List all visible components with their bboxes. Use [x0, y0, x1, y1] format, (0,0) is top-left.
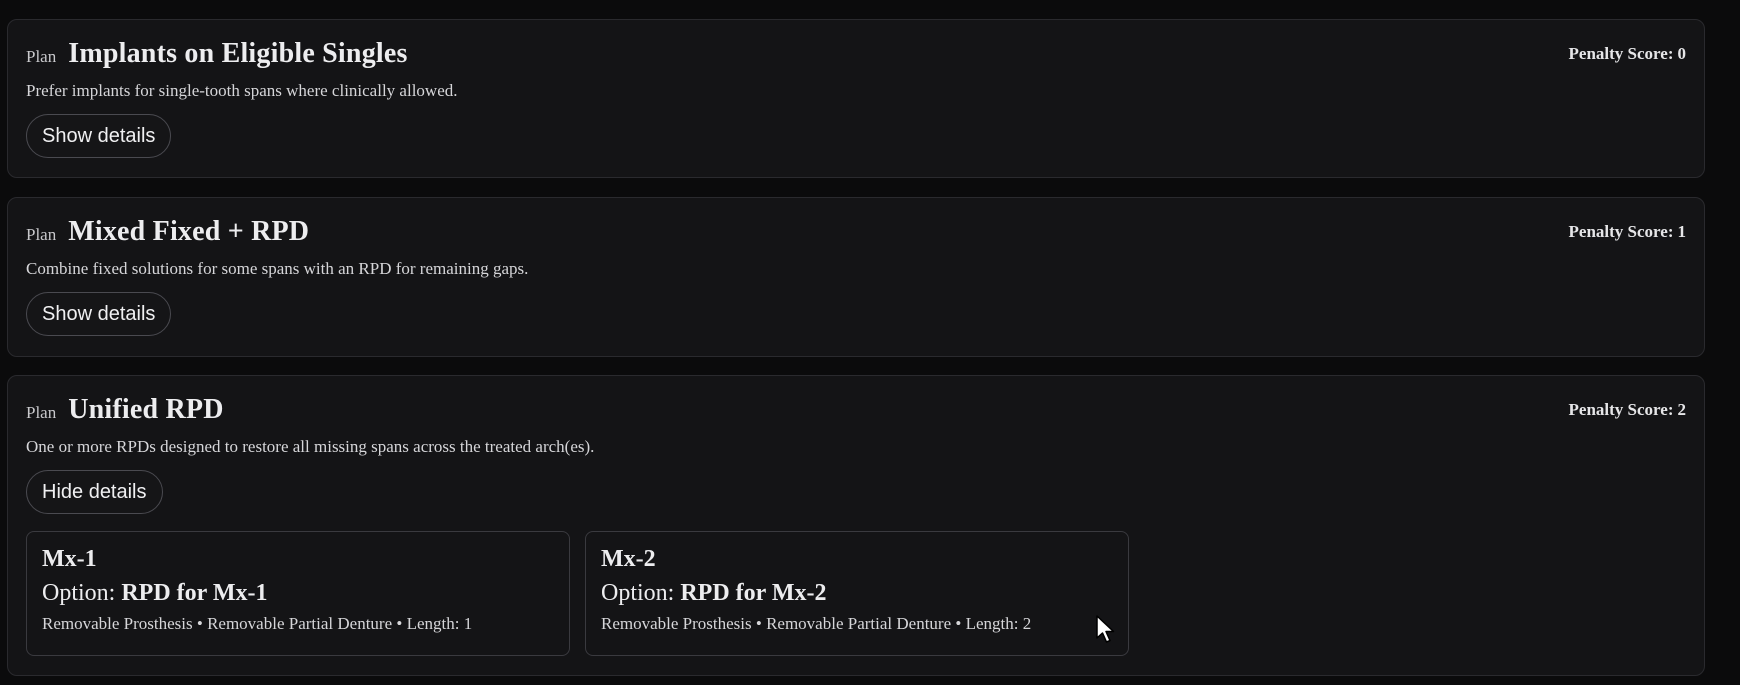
penalty-label: Penalty Score:	[1568, 44, 1674, 63]
plan-description: Prefer implants for single-tooth spans w…	[26, 81, 458, 100]
plan-title: Implants on Eligible Singles	[68, 38, 408, 69]
plan-title: Unified RPD	[68, 394, 224, 425]
plan-card-unified-rpd: Plan Unified RPD Penalty Score: 2 One or …	[7, 375, 1705, 676]
penalty-score: Penalty Score: 2	[1569, 400, 1686, 420]
hide-details-button[interactable]: Hide details	[26, 470, 163, 514]
mouse-pointer-icon	[1096, 615, 1115, 643]
option-line: Option: RPD for Mx-1	[42, 580, 268, 607]
plan-header: Plan Mixed Fixed + RPD	[26, 216, 309, 248]
plan-title: Mixed Fixed + RPD	[68, 216, 310, 247]
plan-kicker: Plan	[26, 225, 57, 244]
plan-header: Plan Unified RPD	[26, 394, 224, 426]
penalty-value: 1	[1677, 222, 1687, 241]
option-card-mx-2: Mx-2 Option: RPD for Mx-2 Removable Pros…	[585, 531, 1129, 656]
plan-header: Plan Implants on Eligible Singles	[26, 38, 408, 70]
option-line: Option: RPD for Mx-2	[601, 580, 827, 607]
option-card-title: Mx-2	[601, 546, 656, 572]
penalty-value: 2	[1677, 400, 1687, 419]
plan-card-implants: Plan Implants on Eligible Singles Penalt…	[7, 19, 1705, 178]
option-value: RPD for Mx-2	[680, 580, 827, 606]
plan-card-mixed: Plan Mixed Fixed + RPD Penalty Score: 1 C…	[7, 197, 1705, 357]
plan-description: Combine fixed solutions for some spans w…	[26, 259, 529, 278]
plan-kicker: Plan	[26, 47, 57, 66]
option-card-title: Mx-1	[42, 546, 97, 572]
penalty-score: Penalty Score: 1	[1569, 222, 1686, 242]
option-card-mx-1: Mx-1 Option: RPD for Mx-1 Removable Pros…	[26, 531, 570, 656]
penalty-value: 0	[1677, 44, 1687, 63]
plan-kicker: Plan	[26, 403, 57, 422]
option-meta: Removable Prosthesis • Removable Partial…	[601, 614, 1032, 633]
plans-list: Plan Implants on Eligible Singles Penalt…	[0, 0, 1740, 685]
option-prefix: Option:	[601, 580, 675, 606]
show-details-button[interactable]: Show details	[26, 114, 172, 158]
show-details-button[interactable]: Show details	[26, 292, 172, 336]
option-prefix: Option:	[42, 580, 116, 606]
option-meta: Removable Prosthesis • Removable Partial…	[42, 614, 473, 633]
penalty-label: Penalty Score:	[1568, 222, 1674, 241]
plan-description: One or more RPDs designed to restore all…	[26, 437, 595, 456]
penalty-score: Penalty Score: 0	[1569, 44, 1686, 64]
penalty-label: Penalty Score:	[1568, 400, 1674, 419]
option-value: RPD for Mx-1	[121, 580, 268, 606]
